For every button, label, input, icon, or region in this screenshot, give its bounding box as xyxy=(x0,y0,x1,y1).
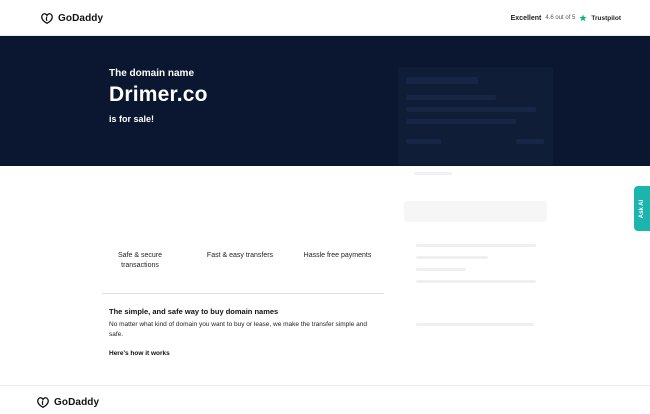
domain-name: Drimer.co xyxy=(109,83,208,106)
rating-label: Excellent xyxy=(510,14,542,22)
feature-label: transactions xyxy=(121,262,159,269)
ask-ai-label: Ask AI xyxy=(639,199,646,218)
feature-easy-transfers: Fast & easy transfers xyxy=(200,251,280,261)
buy-now-button[interactable] xyxy=(404,201,547,222)
form-line-placeholder xyxy=(416,256,488,259)
trustpilot-rating[interactable]: Excellent 4.6 out of 5 Trustpilot xyxy=(511,12,621,24)
form-line-placeholder xyxy=(414,172,452,175)
feature-label: Hassle free payments xyxy=(303,252,372,259)
godaddy-logo-icon xyxy=(41,13,53,24)
info-title: The simple, and safe way to buy domain n… xyxy=(109,307,279,316)
hero-eyebrow: The domain name xyxy=(109,68,195,79)
form-line-placeholder xyxy=(416,323,534,326)
site-header: GoDaddy Excellent 4.6 out of 5 Trustpilo… xyxy=(0,0,650,36)
info-body: No matter what kind of domain you want t… xyxy=(109,321,367,338)
footer-godaddy-logo[interactable]: GoDaddy xyxy=(36,394,99,410)
for-sale-text: is for sale! xyxy=(109,114,155,124)
form-price-placeholder xyxy=(516,139,544,144)
feature-label: Safe & secure xyxy=(118,252,162,259)
feature-label: Fast & easy transfers xyxy=(206,252,274,259)
feature-free-payments: Hassle free payments xyxy=(300,251,375,261)
footer-brand-name: GoDaddy xyxy=(54,396,100,408)
trustpilot-star-icon xyxy=(579,14,588,22)
form-line-placeholder xyxy=(406,95,496,100)
site-footer: GoDaddy xyxy=(0,385,650,414)
section-divider xyxy=(102,293,384,294)
form-title-placeholder xyxy=(406,77,478,84)
form-option-placeholder xyxy=(406,139,441,144)
offer-form-card xyxy=(398,67,553,165)
godaddy-logo[interactable]: GoDaddy xyxy=(40,10,103,26)
feature-secure-transactions: Safe & secure transactions xyxy=(110,251,170,271)
brand-name: GoDaddy xyxy=(58,12,104,24)
form-line-placeholder xyxy=(416,244,536,247)
form-line-placeholder xyxy=(406,107,536,112)
trustpilot-wordmark: Trustpilot xyxy=(591,14,621,22)
rating-score: 4.6 out of 5 xyxy=(545,15,576,21)
form-line-placeholder xyxy=(416,280,536,283)
godaddy-logo-icon xyxy=(37,397,49,408)
how-it-works-heading: Here's how it works xyxy=(109,350,170,357)
ask-ai-button[interactable]: Ask AI xyxy=(634,186,650,231)
form-line-placeholder xyxy=(406,119,516,124)
form-line-placeholder xyxy=(416,268,466,271)
